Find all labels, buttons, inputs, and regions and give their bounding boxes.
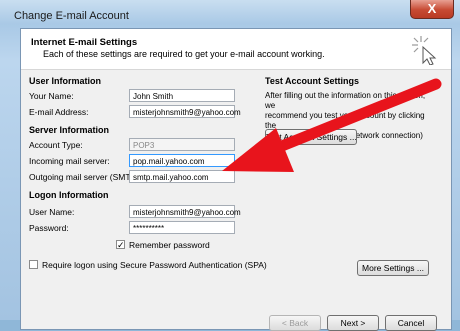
- red-arrow-annotation: [222, 78, 442, 172]
- arrow-shaft: [256, 78, 442, 160]
- arrow-head: [222, 128, 294, 172]
